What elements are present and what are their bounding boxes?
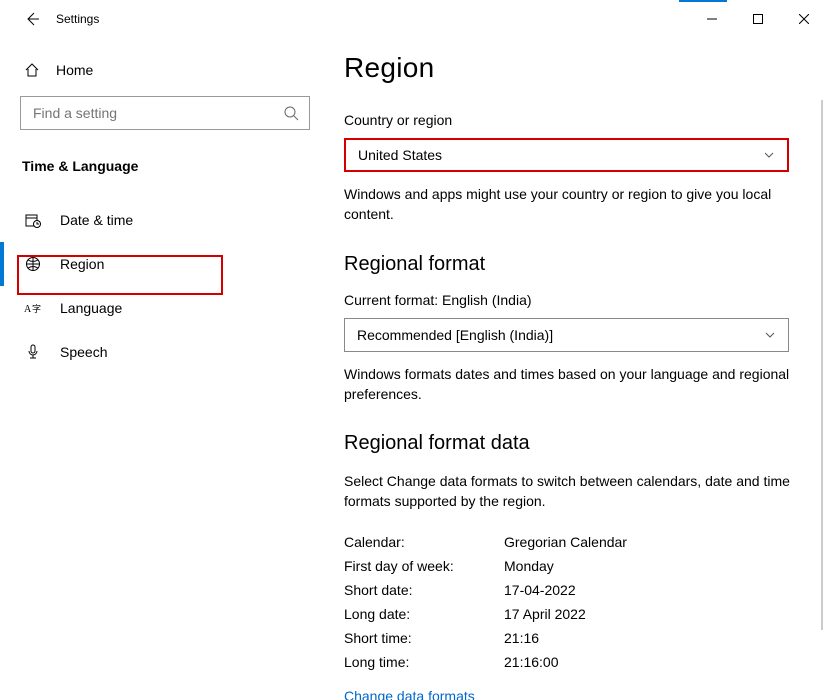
country-dropdown[interactable]: United States <box>344 138 789 172</box>
format-dropdown[interactable]: Recommended [English (India)] <box>344 318 789 352</box>
page-title: Region <box>344 52 793 84</box>
titlebar: Settings <box>0 0 827 38</box>
svg-text:A: A <box>24 304 32 315</box>
sidebar-item-label: Language <box>60 300 122 316</box>
sidebar-item-date-time[interactable]: Date & time <box>0 198 310 242</box>
home-label: Home <box>56 62 93 78</box>
chevron-down-icon <box>763 149 775 161</box>
close-button[interactable] <box>781 4 827 34</box>
format-value: Recommended [English (India)] <box>357 327 553 343</box>
window-title: Settings <box>56 12 99 26</box>
home-icon <box>24 62 40 78</box>
microphone-icon <box>24 344 42 360</box>
country-value: United States <box>358 147 442 163</box>
sidebar-item-label: Date & time <box>60 212 133 228</box>
change-data-formats-link[interactable]: Change data formats <box>344 688 793 700</box>
svg-text:字: 字 <box>32 303 41 314</box>
sidebar-item-label: Region <box>60 256 104 272</box>
language-icon: A字 <box>24 301 42 315</box>
minimize-button[interactable] <box>689 4 735 34</box>
search-icon <box>283 105 299 121</box>
current-format-label: Current format: English (India) <box>344 292 793 308</box>
settings-window: Settings Home <box>0 0 827 700</box>
country-description: Windows and apps might use your country … <box>344 184 799 225</box>
sidebar: Home Time & Language Date & time <box>0 38 330 700</box>
table-row: Short time:21:16 <box>344 626 793 650</box>
search-input[interactable] <box>20 96 310 130</box>
format-data-table: Calendar:Gregorian Calendar First day of… <box>344 530 793 674</box>
format-description: Windows formats dates and times based on… <box>344 364 799 405</box>
country-label: Country or region <box>344 112 793 128</box>
sidebar-item-region[interactable]: Region <box>0 242 310 286</box>
sidebar-item-language[interactable]: A字 Language <box>0 286 310 330</box>
home-button[interactable]: Home <box>20 56 310 96</box>
regional-format-heading: Regional format <box>344 253 793 276</box>
search-field[interactable] <box>31 104 283 122</box>
calendar-clock-icon <box>24 212 42 228</box>
scrollbar[interactable] <box>821 100 823 630</box>
table-row: First day of week:Monday <box>344 554 793 578</box>
content-pane: Region Country or region United States W… <box>344 38 827 700</box>
maximize-button[interactable] <box>735 4 781 34</box>
table-row: Short date:17-04-2022 <box>344 578 793 602</box>
regional-format-data-heading: Regional format data <box>344 432 793 455</box>
globe-icon <box>24 256 42 272</box>
accent-strip <box>679 0 727 2</box>
sidebar-item-label: Speech <box>60 344 107 360</box>
back-button[interactable] <box>24 11 40 27</box>
table-row: Calendar:Gregorian Calendar <box>344 530 793 554</box>
table-row: Long time:21:16:00 <box>344 650 793 674</box>
category-heading: Time & Language <box>20 158 310 174</box>
table-row: Long date:17 April 2022 <box>344 602 793 626</box>
data-description: Select Change data formats to switch bet… <box>344 471 799 512</box>
chevron-down-icon <box>764 329 776 341</box>
sidebar-item-speech[interactable]: Speech <box>0 330 310 374</box>
